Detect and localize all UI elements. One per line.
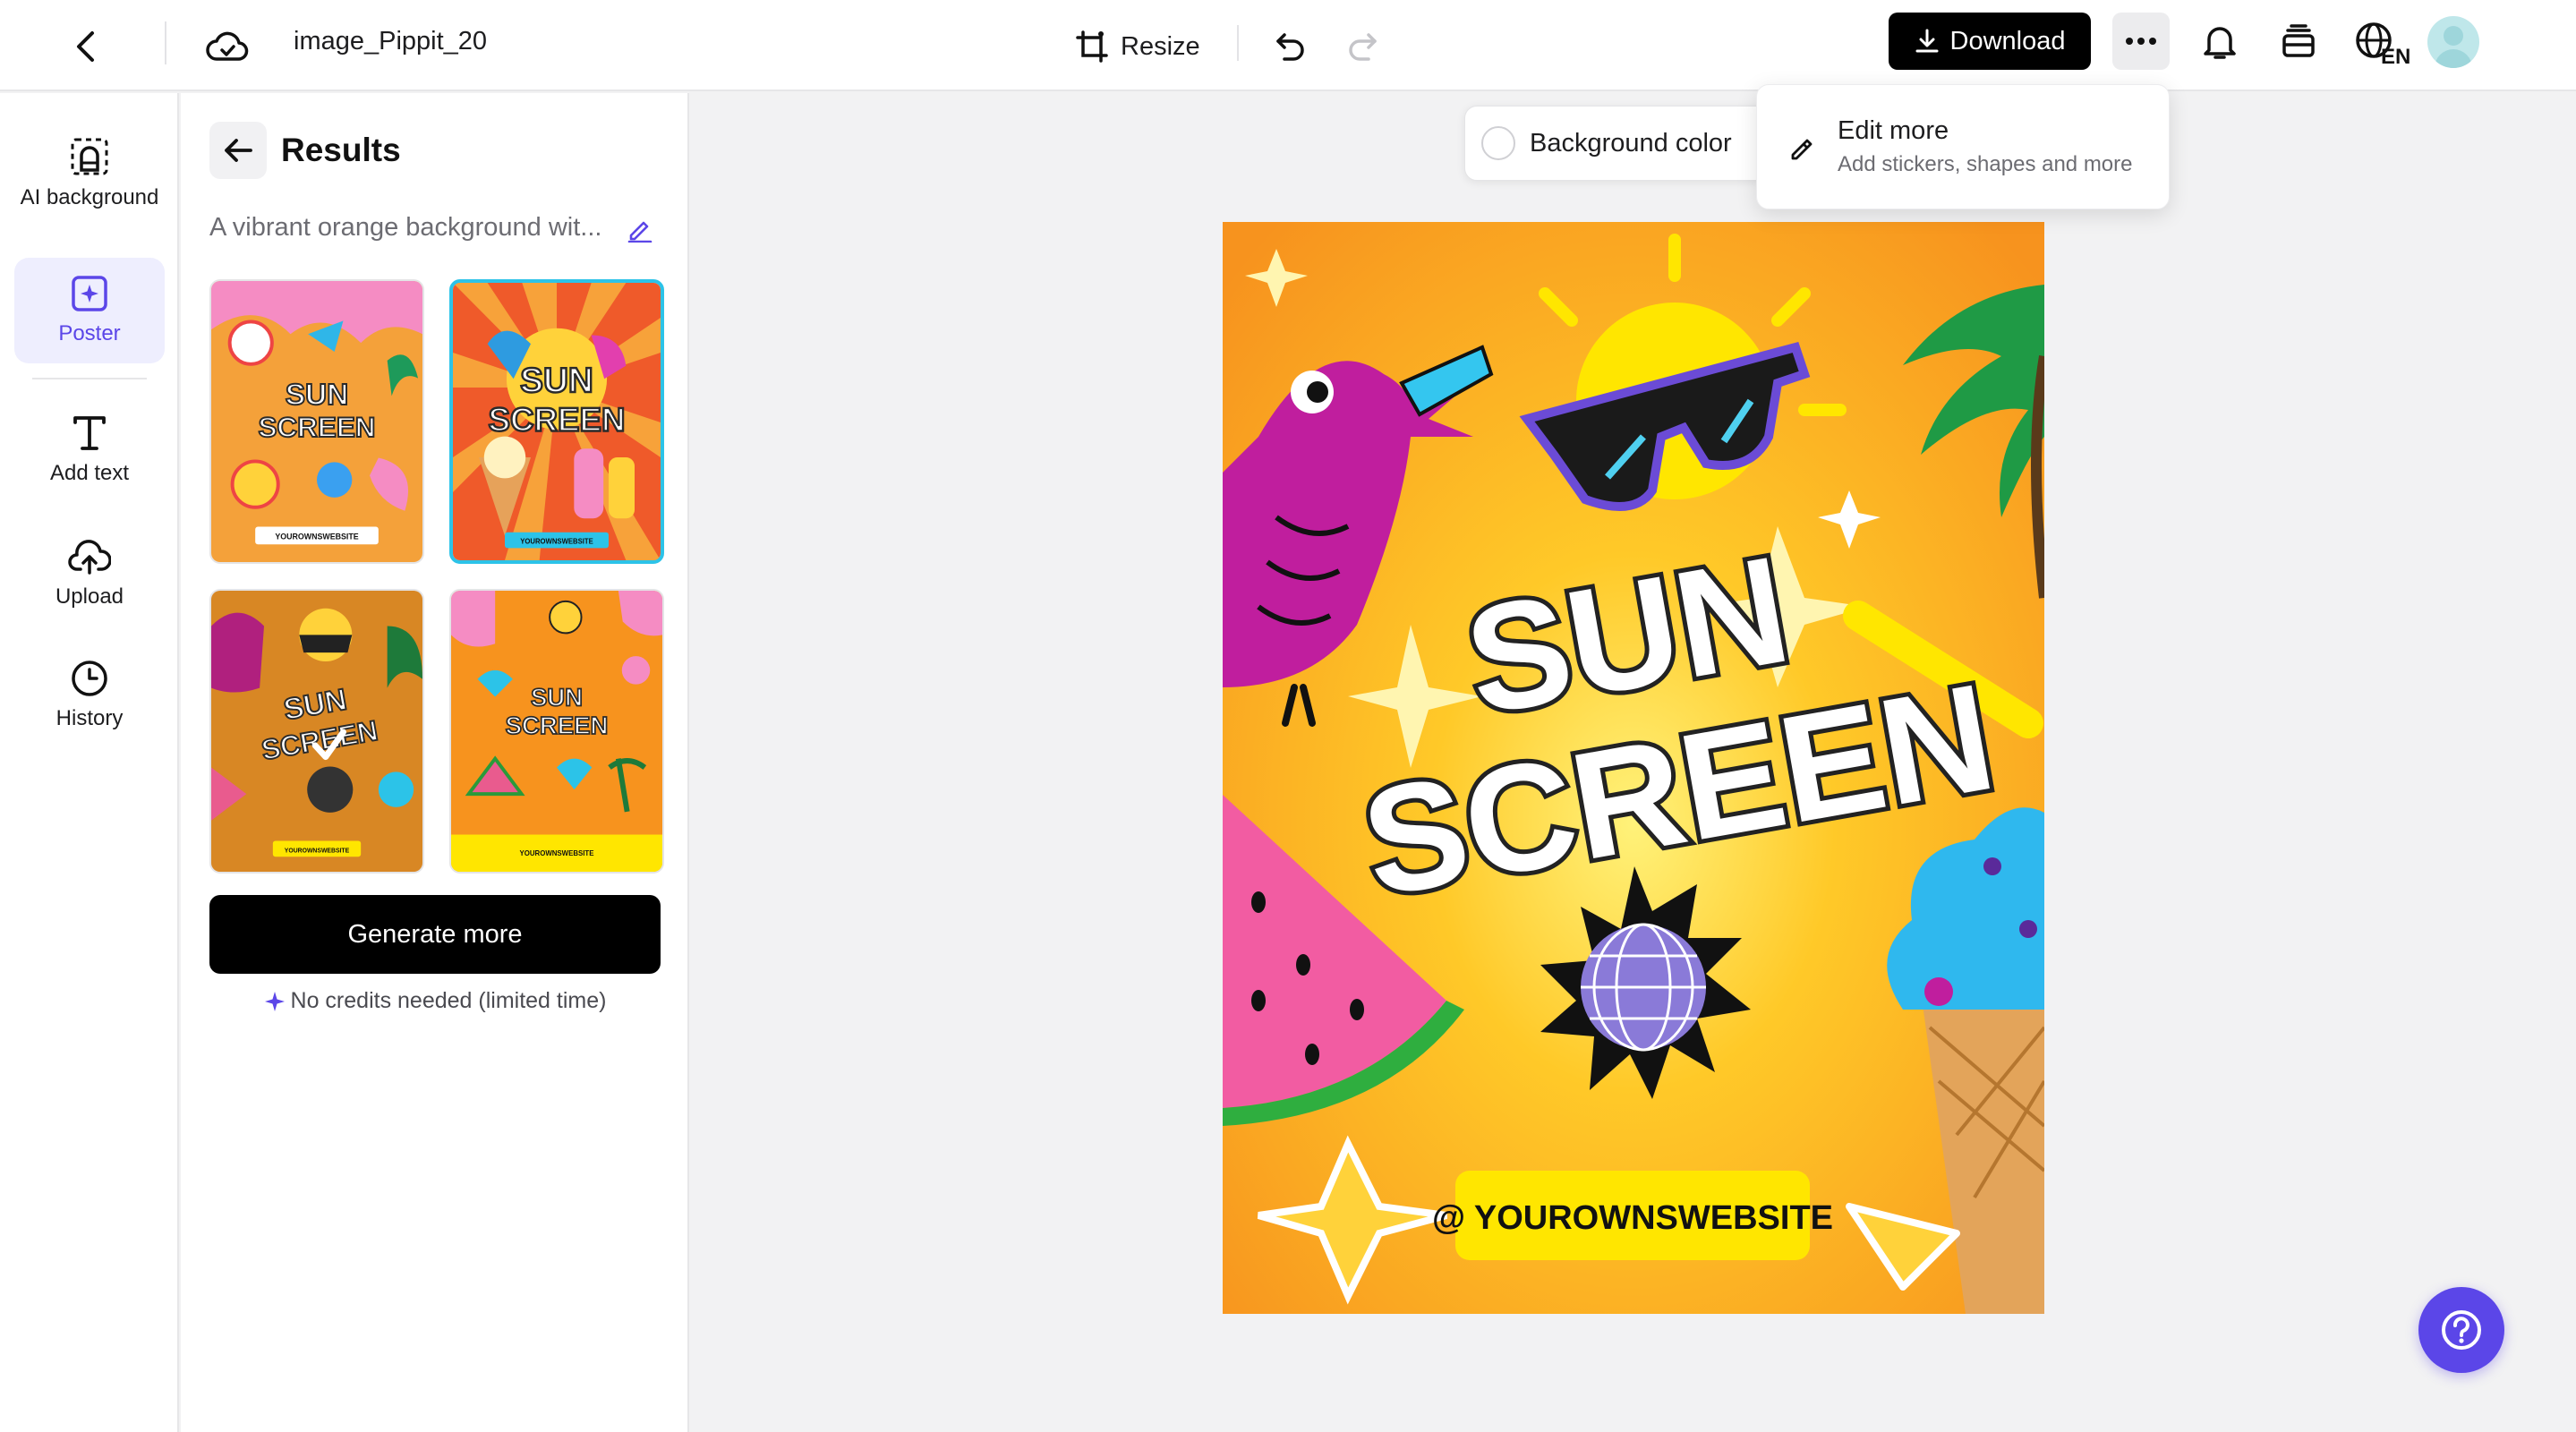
sparkle-icon	[264, 991, 285, 1011]
thumb-headline-2: SCREEN	[488, 402, 625, 439]
result-thumbnail-2[interactable]: SUN SCREEN YOUROWNSWEBSITE	[449, 279, 664, 564]
more-options-dropdown: Edit more Add stickers, shapes and more	[1756, 84, 2170, 209]
sidebar-item-label: Add text	[49, 461, 130, 485]
language-code: EN	[2381, 45, 2410, 65]
undo-button[interactable]	[1262, 18, 1319, 75]
credits-note-text: No credits needed (limited time)	[290, 988, 607, 1013]
thumbnail-image: SUN SCREEN YOUROWNSWEBSITE	[211, 281, 422, 562]
edit-more-subtitle: Add stickers, shapes and more	[1838, 152, 2133, 176]
thumb-footer: YOUROWNSWEBSITE	[520, 537, 593, 545]
poster-image: SUN SCREEN @ YOUROWNSWEBSITE	[1223, 222, 2044, 1314]
edit-more-menu-item[interactable]: Edit more Add stickers, shapes and more	[1757, 85, 2169, 209]
help-button[interactable]	[2418, 1287, 2504, 1373]
left-sidebar: AI background Poster Add text Upload His…	[0, 93, 179, 1432]
globe-icon: EN	[2356, 22, 2410, 65]
undo-icon	[1276, 33, 1304, 61]
result-thumbnail-3[interactable]: SUN SCREEN YOUROWNSWEBSITE	[209, 589, 424, 874]
notifications-button[interactable]	[2191, 13, 2248, 70]
sidebar-item-label: History	[55, 706, 124, 730]
question-icon	[2442, 1310, 2481, 1350]
upload-icon	[68, 540, 111, 575]
result-thumbnail-4[interactable]: SUN SCREEN YOUROWNSWEBSITE	[449, 589, 664, 874]
top-bar: image_Pippit_20 Resize Download EN	[0, 0, 2576, 91]
pencil-icon	[627, 221, 653, 243]
sidebar-item-add-text[interactable]: Add text	[14, 397, 165, 503]
results-title: Results	[281, 132, 401, 168]
sidebar-item-label: AI background	[20, 185, 159, 209]
sidebar-item-history[interactable]: History	[14, 643, 165, 748]
credits-note: No credits needed (limited time)	[209, 988, 661, 1014]
thumb-footer: YOUROWNSWEBSITE	[520, 849, 594, 857]
arrow-left-icon	[225, 139, 252, 162]
chevron-left-icon	[77, 31, 94, 62]
cloud-icon	[206, 31, 249, 61]
poster-canvas[interactable]: SUN SCREEN @ YOUROWNSWEBSITE	[1223, 222, 2044, 1314]
stack-icon	[2282, 24, 2315, 57]
sidebar-item-poster[interactable]: Poster	[14, 258, 165, 363]
color-swatch	[1481, 126, 1515, 160]
project-title[interactable]: image_Pippit_20	[294, 25, 487, 57]
resize-icon	[1076, 30, 1108, 63]
thumbnail-image: SUN SCREEN YOUROWNSWEBSITE	[211, 591, 422, 872]
thumb-headline-2: SCREEN	[258, 411, 375, 443]
user-avatar[interactable]	[2427, 16, 2479, 68]
background-color-button[interactable]: Background color	[1464, 106, 1787, 181]
thumbnail-image: SUN SCREEN YOUROWNSWEBSITE	[453, 283, 661, 560]
sidebar-item-upload[interactable]: Upload	[14, 521, 165, 626]
thumb-headline-1: SUN	[531, 683, 583, 711]
text-icon	[73, 416, 106, 450]
sidebar-item-label: Poster	[58, 321, 121, 345]
poster-icon	[72, 276, 107, 311]
redo-icon	[1349, 33, 1377, 61]
divider	[165, 21, 166, 64]
results-panel: Results A vibrant orange background wit.…	[181, 93, 689, 1432]
generate-more-button[interactable]: Generate more	[209, 895, 661, 974]
thumb-headline-1: SUN	[286, 379, 349, 412]
layers-button[interactable]	[2270, 13, 2327, 70]
more-horizontal-icon	[2126, 38, 2156, 45]
edit-more-title: Edit more	[1838, 116, 1949, 145]
result-thumbnail-1[interactable]: SUN SCREEN YOUROWNSWEBSITE	[209, 279, 424, 564]
history-icon	[72, 661, 107, 696]
edit-prompt-button[interactable]	[621, 211, 657, 247]
back-button[interactable]	[57, 18, 115, 75]
results-back-button[interactable]	[209, 122, 267, 179]
download-button[interactable]: Download	[1889, 13, 2091, 70]
avatar-icon	[2435, 26, 2472, 68]
download-icon	[1915, 29, 1938, 53]
resize-button[interactable]: Resize	[1065, 16, 1211, 77]
download-label: Download	[1949, 26, 2066, 55]
ai-background-icon	[71, 138, 108, 175]
thumb-footer: YOUROWNSWEBSITE	[285, 848, 350, 854]
background-color-label: Background color	[1530, 128, 1732, 158]
sidebar-item-label: Upload	[55, 584, 124, 609]
sidebar-divider	[32, 378, 147, 379]
thumbnail-image: SUN SCREEN YOUROWNSWEBSITE	[451, 591, 662, 872]
resize-label: Resize	[1121, 31, 1200, 61]
prompt-text[interactable]: A vibrant orange background wit...	[209, 211, 603, 243]
bell-icon	[2204, 27, 2236, 59]
divider	[1237, 25, 1239, 61]
thumb-headline-2: SCREEN	[506, 712, 609, 739]
thumb-headline-1: SUN	[520, 362, 593, 400]
pencil-icon	[1791, 139, 1813, 160]
redo-button[interactable]	[1334, 18, 1391, 75]
thumb-footer: YOUROWNSWEBSITE	[275, 532, 358, 541]
cloud-save-button[interactable]	[199, 18, 256, 75]
poster-footer: @ YOUROWNSWEBSITE	[1432, 1199, 1833, 1237]
language-button[interactable]: EN	[2350, 14, 2413, 72]
more-options-button[interactable]	[2112, 13, 2170, 70]
sidebar-item-ai-background[interactable]: AI background	[14, 120, 165, 227]
